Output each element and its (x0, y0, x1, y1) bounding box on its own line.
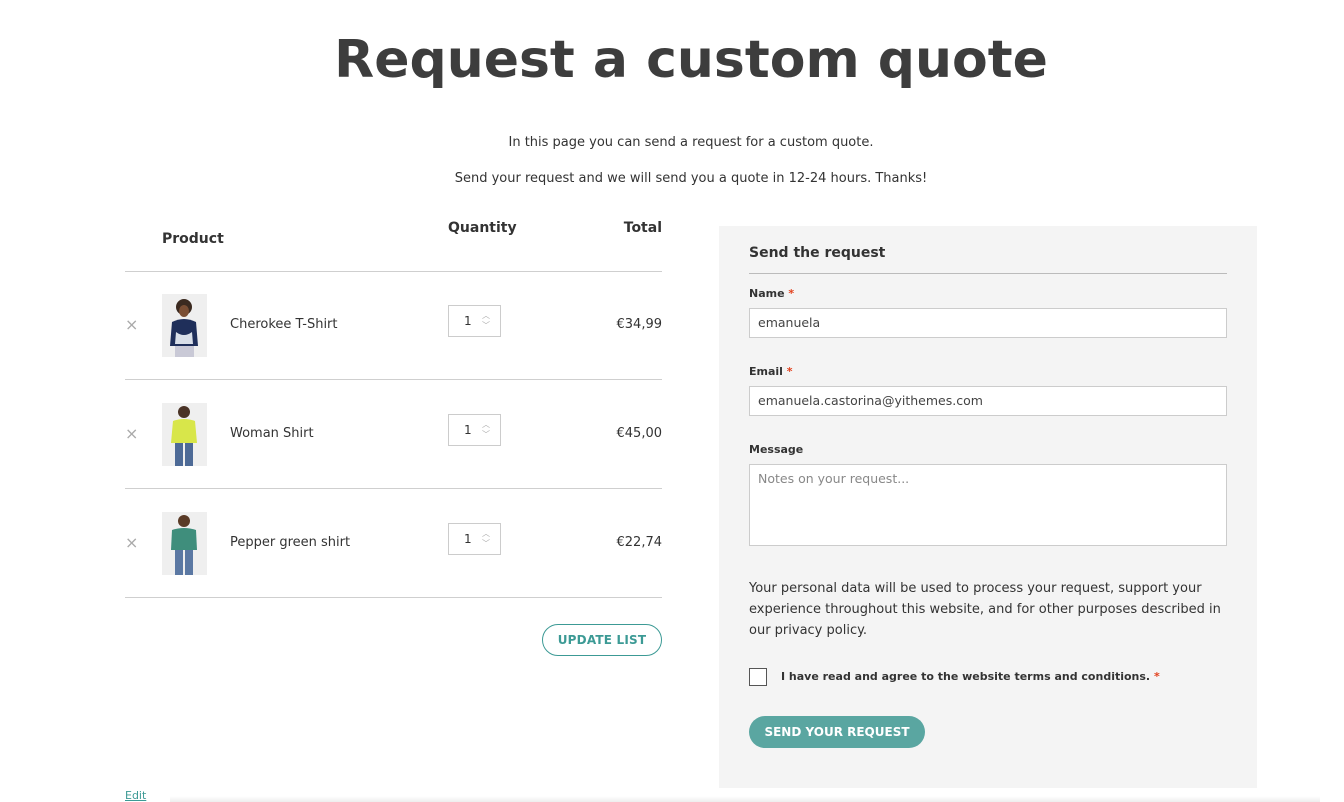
line-total: €34,99 (616, 317, 663, 332)
page-title: Request a custom quote (334, 30, 1048, 90)
required-mark: * (786, 365, 793, 378)
product-name[interactable]: Cherokee T-Shirt (230, 317, 338, 332)
quantity-value: 1 (464, 423, 472, 437)
table-row: × Cherokee T-Shirt 1 ︿ ﹀ €34,99 (125, 272, 662, 380)
send-request-button[interactable]: SEND YOUR REQUEST (749, 716, 925, 748)
product-name[interactable]: Woman Shirt (230, 426, 314, 441)
terms-label-text: I have read and agree to the website ter… (781, 670, 1151, 683)
remove-item-icon[interactable]: × (125, 426, 138, 442)
quantity-stepper[interactable]: 1 ︿ ﹀ (448, 414, 501, 446)
quantity-value: 1 (464, 532, 472, 546)
name-label-text: Name (749, 287, 785, 300)
product-name[interactable]: Pepper green shirt (230, 535, 350, 550)
product-thumbnail[interactable] (162, 403, 207, 466)
email-field[interactable]: emanuela.castorina@yithemes.com (749, 386, 1227, 416)
required-mark: * (1153, 670, 1160, 683)
request-form-panel: Send the request Name * emanuela Email *… (719, 226, 1257, 788)
quantity-stepper[interactable]: 1 ︿ ﹀ (448, 523, 501, 555)
required-mark: * (788, 287, 795, 300)
email-label-text: Email (749, 365, 783, 378)
column-header-quantity: Quantity (448, 220, 517, 236)
form-title-divider (749, 273, 1227, 274)
quantity-value: 1 (464, 314, 472, 328)
column-header-total: Total (623, 220, 662, 236)
message-label: Message (749, 443, 804, 456)
terms-checkbox[interactable] (749, 668, 767, 686)
stepper-arrows-icon[interactable]: ︿ ﹀ (482, 311, 490, 331)
name-field[interactable]: emanuela (749, 308, 1227, 338)
form-title: Send the request (749, 245, 886, 261)
intro-text-1: In this page you can send a request for … (508, 135, 874, 150)
privacy-notice: Your personal data will be used to proce… (749, 581, 1221, 638)
terms-label[interactable]: I have read and agree to the website ter… (781, 670, 1160, 683)
message-textarea[interactable]: Notes on your request... (749, 464, 1227, 546)
intro-text-2: Send your request and we will send you a… (454, 171, 928, 186)
table-row: × Woman Shirt 1 ︿ ﹀ €45,00 (125, 381, 662, 489)
line-total: €45,00 (616, 426, 663, 441)
remove-item-icon[interactable]: × (125, 535, 138, 551)
product-thumbnail[interactable] (162, 294, 207, 357)
table-row: × Pepper green shirt 1 ︿ ﹀ €22,74 (125, 490, 662, 598)
footer-shadow (170, 796, 1320, 802)
stepper-arrows-icon[interactable]: ︿ ﹀ (482, 529, 490, 549)
quantity-stepper[interactable]: 1 ︿ ﹀ (448, 305, 501, 337)
product-thumbnail[interactable] (162, 512, 207, 575)
edit-link[interactable]: Edit (125, 789, 146, 802)
stepper-arrows-icon[interactable]: ︿ ﹀ (482, 420, 490, 440)
remove-item-icon[interactable]: × (125, 317, 138, 333)
line-total: €22,74 (616, 535, 663, 550)
column-header-product: Product (162, 231, 224, 247)
email-label: Email * (749, 365, 793, 378)
name-label: Name * (749, 287, 794, 300)
update-list-button[interactable]: UPDATE LIST (542, 624, 662, 656)
